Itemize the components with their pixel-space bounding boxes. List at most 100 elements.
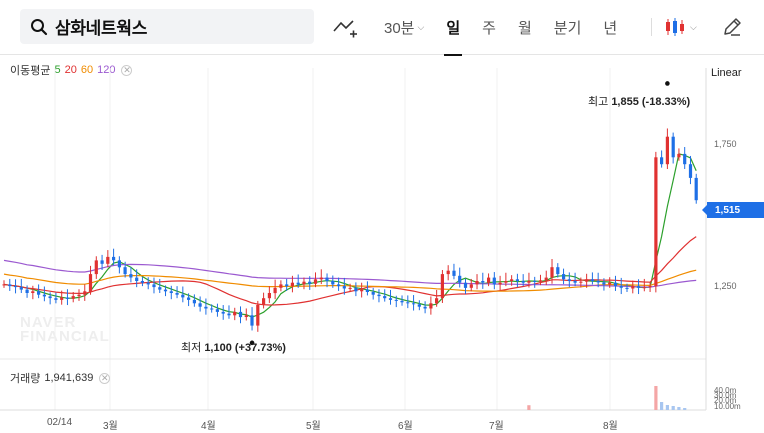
candle-body [585,279,589,282]
low-annotation: 최저 1,100 (+37.73%) [181,339,286,355]
close-icon[interactable]: ✕ [99,372,111,384]
candle-body [71,296,75,299]
candle-body [527,281,531,283]
tab-month-label: 월 [517,20,532,37]
candle-body [48,296,52,299]
candle-body [163,289,168,292]
candle-body [100,260,104,264]
tab-month[interactable]: 월 [518,0,532,55]
chevron-down-icon: ⌵ [417,22,425,32]
candle-body [88,274,93,292]
candle-body [446,270,450,275]
stock-search[interactable]: 삼화네트웍스 [20,9,314,44]
candle-body [556,267,560,275]
period-tabs: 30분 ⌵ 일 주 월 분기 년 [384,0,639,56]
candle-body [458,275,462,283]
tab-day[interactable]: 일 [444,0,462,56]
y-tick: 1,750 [714,139,737,149]
candle-body [406,302,410,304]
candle-body [146,282,150,285]
volume-value: 1,941,639 [44,372,94,384]
candle-body [204,306,208,309]
candle-body [567,279,571,281]
candle-body [117,260,121,268]
tab-year[interactable]: 년 [603,0,617,55]
candle-body [19,287,23,290]
x-tick: 7월 [489,421,504,432]
divider [651,18,652,36]
candle-body [31,291,35,293]
candle-body [238,311,243,318]
tab-week[interactable]: 주 [482,0,496,55]
candle-body [365,289,369,292]
candle-body [152,284,156,288]
candle-body [342,286,346,289]
candle-body [665,136,669,165]
candle-body [683,153,687,165]
candle-body [510,279,514,281]
drawing-tool-button[interactable] [722,17,742,37]
compare-chart-icon [333,20,357,38]
candle-body [319,277,323,280]
candle-body [492,277,496,285]
chevron-down-icon: ⌵ [690,21,697,32]
candle-body [596,281,600,283]
tab-quarter[interactable]: 분기 [554,0,582,55]
candle-body [475,281,479,285]
tab-30min[interactable]: 30분 ⌵ [384,0,424,55]
chart-type-button[interactable]: ⌵ [664,15,704,39]
candle-body [192,299,196,304]
candle-body [371,292,375,295]
candle-body [290,282,294,287]
volume-label: 거래량 [10,373,41,385]
candle-body [60,297,64,300]
candle-body [337,284,341,287]
candle-body [487,277,491,283]
volume-legend: 거래량 1,941,639 ✕ [10,370,111,386]
volume-bar [665,405,669,410]
candle-body [423,306,427,309]
candle-body [498,282,502,285]
low-value: 1,100 (+37.73%) [204,342,286,354]
candle-body [215,309,219,312]
volume-bar [683,408,687,410]
candle-body [123,267,127,275]
candle-body [250,315,254,326]
candle-body [377,294,381,297]
tab-week-label: 주 [482,20,496,37]
candle-body [631,286,635,289]
candle-body [140,281,144,283]
candle-body [8,284,12,287]
candle-body [481,281,485,283]
volume-bar [654,386,658,410]
candle-body [112,256,116,261]
tab-day-label: 일 [446,20,461,37]
ma-line-20 [3,236,697,306]
volume-bar [660,402,664,410]
candle-body [175,293,179,295]
candle-body [515,279,519,281]
x-tick: 5월 [306,421,321,432]
candle-body [210,308,214,310]
current-price-badge: 1,515 [702,202,764,218]
candle-body [573,281,577,283]
x-tick: 4월 [201,421,216,432]
candle-body [169,291,173,293]
candle-body [636,286,641,288]
candle-body [25,289,29,293]
candle-body [37,291,41,295]
candle-body [394,299,398,301]
candle-body [602,282,606,285]
candle-body [619,286,623,288]
candle-body [65,297,70,299]
volume-bar [527,405,531,410]
x-tick: 6월 [398,421,413,432]
tab-quarter-label: 분기 [553,20,582,37]
price-chart[interactable] [0,55,764,433]
compare-chart-button[interactable] [333,15,357,39]
candle-body [273,287,277,294]
candle-body [279,284,283,288]
candle-body [463,282,468,288]
candle-body [325,277,329,281]
candle-body [388,298,393,300]
